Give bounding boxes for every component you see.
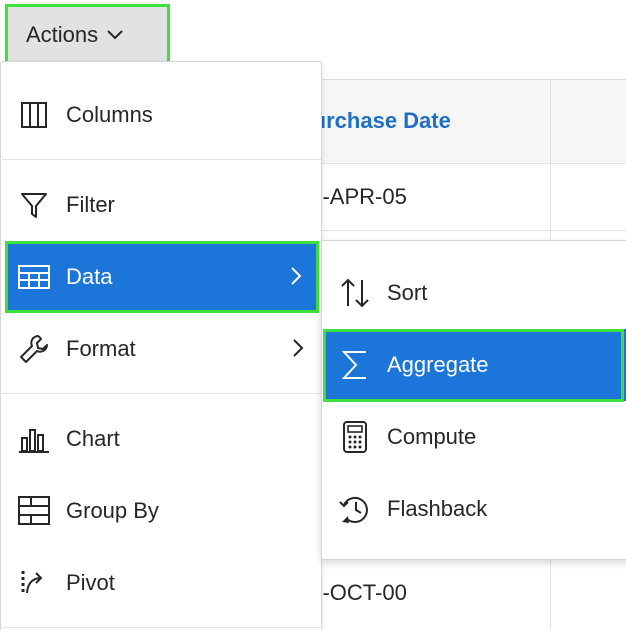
actions-menu: Columns Filter Data Format Chart Group B…	[0, 61, 322, 630]
menu-item-columns[interactable]: Columns	[2, 79, 321, 151]
menu-separator	[2, 627, 321, 628]
submenu-item-label: Compute	[387, 424, 477, 449]
menu-item-label: Pivot	[66, 570, 115, 595]
wrench-icon	[16, 331, 52, 367]
menu-item-group-by[interactable]: Group By	[2, 475, 321, 547]
menu-item-data[interactable]: Data	[5, 241, 319, 313]
submenu-item-label: Aggregate	[387, 352, 489, 377]
filter-icon	[16, 187, 52, 223]
menu-separator	[2, 393, 321, 394]
bar-chart-icon	[16, 421, 52, 457]
menu-item-label: Columns	[66, 102, 153, 127]
chevron-right-icon	[293, 339, 304, 357]
actions-button-label: Actions	[26, 21, 99, 47]
menu-item-label: Format	[66, 336, 136, 361]
menu-item-label: Data	[66, 264, 113, 289]
menu-item-label: Filter	[66, 192, 115, 217]
menu-separator	[2, 159, 321, 160]
menu-item-format[interactable]: Format	[2, 313, 321, 385]
actions-button[interactable]: Actions	[5, 4, 170, 65]
chevron-right-icon	[291, 267, 302, 285]
columns-icon	[16, 97, 52, 133]
submenu-item-label: Flashback	[387, 496, 488, 521]
submenu-item-flashback[interactable]: Flashback	[323, 473, 626, 545]
calculator-icon	[337, 419, 373, 455]
submenu-item-sort[interactable]: Sort	[323, 257, 626, 329]
table-icon	[16, 259, 52, 295]
submenu-item-compute[interactable]: Compute	[323, 401, 626, 473]
menu-item-label: Group By	[66, 498, 159, 523]
chevron-down-icon	[107, 29, 123, 39]
sort-arrows-icon	[337, 275, 373, 311]
data-submenu: Sort Aggregate Compute Flashback	[321, 240, 626, 560]
submenu-item-label: Sort	[387, 280, 428, 305]
submenu-item-aggregate[interactable]: Aggregate	[323, 329, 626, 401]
menu-item-pivot[interactable]: Pivot	[2, 547, 321, 619]
menu-item-label: Chart	[66, 426, 120, 451]
menu-item-filter[interactable]: Filter	[2, 169, 321, 241]
group-by-icon	[16, 493, 52, 529]
sigma-icon	[337, 347, 373, 383]
pivot-icon	[16, 565, 52, 601]
history-clock-icon	[337, 491, 373, 527]
menu-item-chart[interactable]: Chart	[2, 403, 321, 475]
